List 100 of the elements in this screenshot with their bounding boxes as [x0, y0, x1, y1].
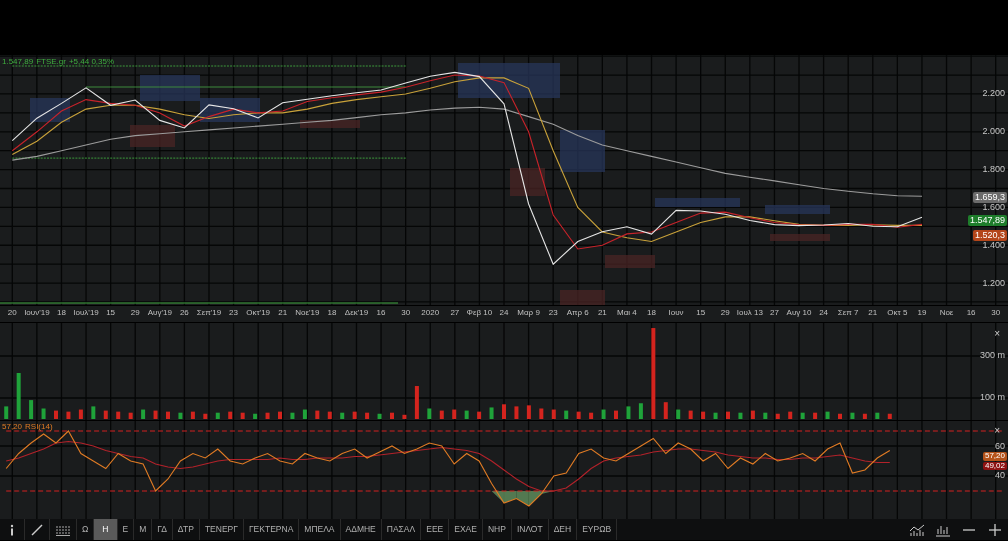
volume-bar: [539, 408, 544, 419]
volume-bar: [340, 412, 345, 419]
volume-bar: [290, 412, 295, 419]
axis-label: 15: [106, 309, 116, 317]
highlight-zone: [140, 75, 200, 101]
close-button[interactable]: ×: [994, 329, 1000, 339]
volume-bar: [452, 409, 457, 419]
close-button[interactable]: ×: [994, 426, 1000, 436]
volume-bar: [253, 413, 258, 419]
axis-label: Σεπ'19: [196, 309, 222, 317]
volume-bar: [875, 412, 880, 419]
highlight-zone: [560, 130, 605, 172]
symbol-tab[interactable]: ΑΔΜΗΕ: [340, 519, 382, 540]
symbol-tab[interactable]: ΕΧΑΕ: [449, 519, 483, 540]
volume-bar: [178, 412, 183, 419]
volume-bar: [390, 412, 394, 419]
volume-bar: [66, 411, 71, 419]
symbol-tab[interactable]: Ε: [117, 519, 135, 540]
volume-bar: [265, 412, 270, 419]
axis-label: 18: [57, 309, 66, 317]
axis-label: 21: [868, 309, 878, 317]
volume-bar: [153, 410, 158, 419]
symbol-tab[interactable]: ΓΔ: [152, 519, 173, 540]
axis-label: 26: [179, 309, 189, 317]
highlight-zone: [300, 120, 360, 128]
symbol-tab[interactable]: ΕΥΡΩΒ: [577, 519, 618, 540]
axis-label: 24: [499, 309, 509, 317]
symbol-tab[interactable]: Η: [94, 519, 118, 540]
volume-bar: [477, 411, 482, 419]
axis-label: 1.600: [982, 202, 1005, 212]
axis-label: 29: [720, 309, 730, 317]
volume-bar: [228, 411, 233, 419]
axis-label: 1.200: [982, 278, 1005, 288]
axis-label: Οκτ'19: [246, 309, 271, 317]
volume-bar: [676, 409, 681, 419]
volume-bar: [302, 409, 307, 419]
volume-bar: [315, 410, 320, 419]
volume-bar: [489, 407, 494, 419]
axis-label: 29: [130, 309, 140, 317]
volume-bar: [4, 406, 9, 419]
axis-label: 40: [995, 471, 1005, 481]
symbol-tab[interactable]: ΤΕΝΕΡΓ: [199, 519, 244, 540]
volume-bar: [352, 411, 357, 419]
price-badge: 1.520,3: [972, 230, 1007, 241]
axis-label: Δεκ'19: [344, 309, 369, 317]
axis-label: 18: [647, 309, 656, 317]
axis-label: Ιουλ 13: [736, 309, 763, 317]
symbol-tab[interactable]: ΔΤΡ: [172, 519, 200, 540]
volume-bar: [726, 411, 730, 419]
price-value: 1.547,89: [2, 58, 34, 66]
symbol-tab[interactable]: ΕΕΕ: [421, 519, 450, 540]
axis-label: 300 m: [980, 351, 1005, 361]
volume-bar: [564, 410, 569, 419]
axis-label: 100 m: [980, 393, 1005, 403]
symbol-tab[interactable]: ΓΕΚΤΕΡΝΑ: [243, 519, 300, 540]
volume-bar: [800, 412, 805, 419]
volume-bar: [29, 400, 34, 419]
axis-label: 30: [401, 309, 411, 317]
volume-bar: [103, 410, 108, 419]
symbol-tab[interactable]: ΔΕΗ: [548, 519, 578, 540]
volume-bar: [91, 406, 96, 419]
symbol-tab[interactable]: ΙΝΛΟΤ: [511, 519, 549, 540]
zoom-in-icon[interactable]: [987, 522, 1003, 537]
symbol-tab[interactable]: Μ: [134, 519, 153, 540]
axis-label: 16: [376, 309, 386, 317]
symbol-tab[interactable]: ΝΗΡ: [482, 519, 512, 540]
volume-bar: [141, 409, 146, 419]
price-change: +5,44 0,35%: [68, 58, 115, 66]
volume-bar: [365, 412, 370, 419]
rsi-reading: 49,02: [982, 461, 1007, 470]
volume-bar: [278, 411, 282, 419]
volume-bar: [78, 409, 83, 419]
symbol-tab[interactable]: ΜΠΕΛΑ: [299, 519, 341, 540]
highlight-zone: [605, 255, 655, 268]
line-chart-icon[interactable]: [909, 522, 925, 537]
symbol-tab[interactable]: ΠΑΣΑΛ: [381, 519, 422, 540]
volume-bar: [788, 411, 793, 419]
volume-bar: [601, 409, 606, 419]
volume-bar: [688, 410, 693, 419]
rsi-value: 57,20: [2, 423, 23, 431]
rsi-reading: 57,20: [982, 452, 1007, 461]
axis-label: 27: [450, 309, 460, 317]
volume-bar: [166, 411, 170, 419]
highlight-zone: [130, 125, 175, 147]
volume-bar: [502, 404, 506, 419]
axis-label: 2.200: [982, 89, 1005, 99]
pencil-icon[interactable]: [30, 522, 44, 537]
volume-bar: [16, 373, 21, 419]
volume-bar: [215, 412, 220, 419]
symbol-name: FTSE.gr: [36, 58, 66, 66]
axis-label: Απρ 6: [566, 309, 589, 317]
volume-bar: [701, 411, 706, 419]
axis-label: 2.000: [982, 127, 1005, 137]
volume-bar: [887, 413, 892, 419]
axis-label: 60: [995, 441, 1005, 451]
volume-bar: [713, 412, 718, 419]
price-badge: 1.659,3: [972, 192, 1007, 203]
price-badge: 1.547,89: [967, 215, 1007, 226]
axis-label: Αυγ 10: [786, 309, 812, 317]
volume-bar: [190, 411, 195, 419]
